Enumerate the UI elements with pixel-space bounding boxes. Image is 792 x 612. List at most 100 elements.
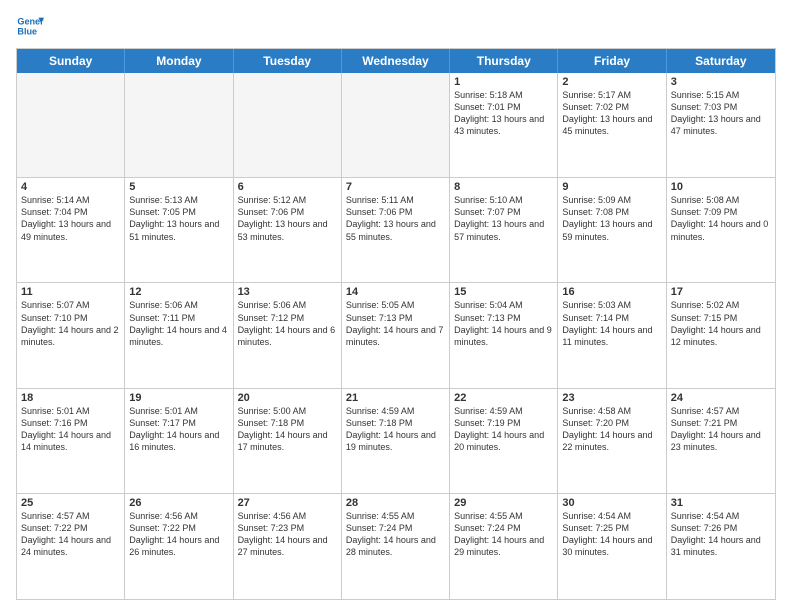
calendar-cell: 23Sunrise: 4:58 AM Sunset: 7:20 PM Dayli…	[558, 389, 666, 493]
svg-text:Blue: Blue	[17, 26, 37, 36]
day-number: 23	[562, 392, 661, 404]
weekday-header-tuesday: Tuesday	[234, 49, 342, 73]
day-info: Sunrise: 4:57 AM Sunset: 7:22 PM Dayligh…	[21, 510, 120, 559]
calendar-cell: 30Sunrise: 4:54 AM Sunset: 7:25 PM Dayli…	[558, 494, 666, 599]
weekday-header-thursday: Thursday	[450, 49, 558, 73]
day-info: Sunrise: 5:17 AM Sunset: 7:02 PM Dayligh…	[562, 89, 661, 138]
day-number: 30	[562, 497, 661, 509]
calendar-header: SundayMondayTuesdayWednesdayThursdayFrid…	[17, 49, 775, 73]
calendar-cell: 26Sunrise: 4:56 AM Sunset: 7:22 PM Dayli…	[125, 494, 233, 599]
day-info: Sunrise: 4:57 AM Sunset: 7:21 PM Dayligh…	[671, 405, 771, 454]
day-info: Sunrise: 5:12 AM Sunset: 7:06 PM Dayligh…	[238, 194, 337, 243]
calendar-cell: 20Sunrise: 5:00 AM Sunset: 7:18 PM Dayli…	[234, 389, 342, 493]
calendar-cell: 4Sunrise: 5:14 AM Sunset: 7:04 PM Daylig…	[17, 178, 125, 282]
day-number: 5	[129, 181, 228, 193]
calendar-week-5: 25Sunrise: 4:57 AM Sunset: 7:22 PM Dayli…	[17, 494, 775, 599]
calendar-cell: 9Sunrise: 5:09 AM Sunset: 7:08 PM Daylig…	[558, 178, 666, 282]
day-info: Sunrise: 5:14 AM Sunset: 7:04 PM Dayligh…	[21, 194, 120, 243]
day-number: 19	[129, 392, 228, 404]
day-info: Sunrise: 5:00 AM Sunset: 7:18 PM Dayligh…	[238, 405, 337, 454]
calendar-cell: 13Sunrise: 5:06 AM Sunset: 7:12 PM Dayli…	[234, 283, 342, 387]
day-info: Sunrise: 5:02 AM Sunset: 7:15 PM Dayligh…	[671, 299, 771, 348]
day-number: 31	[671, 497, 771, 509]
calendar-cell	[342, 73, 450, 177]
day-info: Sunrise: 4:56 AM Sunset: 7:22 PM Dayligh…	[129, 510, 228, 559]
day-number: 17	[671, 286, 771, 298]
calendar-cell: 27Sunrise: 4:56 AM Sunset: 7:23 PM Dayli…	[234, 494, 342, 599]
calendar-cell	[234, 73, 342, 177]
day-number: 3	[671, 76, 771, 88]
day-number: 27	[238, 497, 337, 509]
calendar-cell: 25Sunrise: 4:57 AM Sunset: 7:22 PM Dayli…	[17, 494, 125, 599]
calendar-cell: 8Sunrise: 5:10 AM Sunset: 7:07 PM Daylig…	[450, 178, 558, 282]
day-number: 16	[562, 286, 661, 298]
day-info: Sunrise: 4:55 AM Sunset: 7:24 PM Dayligh…	[346, 510, 445, 559]
calendar-cell: 3Sunrise: 5:15 AM Sunset: 7:03 PM Daylig…	[667, 73, 775, 177]
day-info: Sunrise: 5:06 AM Sunset: 7:11 PM Dayligh…	[129, 299, 228, 348]
day-number: 13	[238, 286, 337, 298]
day-number: 1	[454, 76, 553, 88]
calendar-cell: 16Sunrise: 5:03 AM Sunset: 7:14 PM Dayli…	[558, 283, 666, 387]
logo-icon: General Blue	[16, 12, 44, 40]
day-number: 2	[562, 76, 661, 88]
day-info: Sunrise: 4:59 AM Sunset: 7:18 PM Dayligh…	[346, 405, 445, 454]
day-info: Sunrise: 4:56 AM Sunset: 7:23 PM Dayligh…	[238, 510, 337, 559]
calendar-cell: 29Sunrise: 4:55 AM Sunset: 7:24 PM Dayli…	[450, 494, 558, 599]
day-info: Sunrise: 5:01 AM Sunset: 7:17 PM Dayligh…	[129, 405, 228, 454]
day-number: 20	[238, 392, 337, 404]
day-number: 26	[129, 497, 228, 509]
calendar-cell: 22Sunrise: 4:59 AM Sunset: 7:19 PM Dayli…	[450, 389, 558, 493]
day-number: 9	[562, 181, 661, 193]
calendar-week-3: 11Sunrise: 5:07 AM Sunset: 7:10 PM Dayli…	[17, 283, 775, 388]
calendar-week-4: 18Sunrise: 5:01 AM Sunset: 7:16 PM Dayli…	[17, 389, 775, 494]
day-info: Sunrise: 4:59 AM Sunset: 7:19 PM Dayligh…	[454, 405, 553, 454]
day-info: Sunrise: 5:01 AM Sunset: 7:16 PM Dayligh…	[21, 405, 120, 454]
weekday-header-monday: Monday	[125, 49, 233, 73]
day-number: 25	[21, 497, 120, 509]
calendar-cell: 28Sunrise: 4:55 AM Sunset: 7:24 PM Dayli…	[342, 494, 450, 599]
weekday-header-wednesday: Wednesday	[342, 49, 450, 73]
day-number: 24	[671, 392, 771, 404]
calendar: SundayMondayTuesdayWednesdayThursdayFrid…	[16, 48, 776, 600]
day-number: 29	[454, 497, 553, 509]
day-number: 14	[346, 286, 445, 298]
day-info: Sunrise: 4:58 AM Sunset: 7:20 PM Dayligh…	[562, 405, 661, 454]
calendar-cell: 6Sunrise: 5:12 AM Sunset: 7:06 PM Daylig…	[234, 178, 342, 282]
calendar-cell: 19Sunrise: 5:01 AM Sunset: 7:17 PM Dayli…	[125, 389, 233, 493]
day-info: Sunrise: 5:13 AM Sunset: 7:05 PM Dayligh…	[129, 194, 228, 243]
calendar-cell: 5Sunrise: 5:13 AM Sunset: 7:05 PM Daylig…	[125, 178, 233, 282]
day-info: Sunrise: 4:54 AM Sunset: 7:25 PM Dayligh…	[562, 510, 661, 559]
day-number: 10	[671, 181, 771, 193]
day-info: Sunrise: 4:54 AM Sunset: 7:26 PM Dayligh…	[671, 510, 771, 559]
weekday-header-friday: Friday	[558, 49, 666, 73]
calendar-cell: 17Sunrise: 5:02 AM Sunset: 7:15 PM Dayli…	[667, 283, 775, 387]
logo: General Blue	[16, 12, 44, 40]
day-info: Sunrise: 5:06 AM Sunset: 7:12 PM Dayligh…	[238, 299, 337, 348]
day-info: Sunrise: 5:18 AM Sunset: 7:01 PM Dayligh…	[454, 89, 553, 138]
day-number: 4	[21, 181, 120, 193]
calendar-cell: 14Sunrise: 5:05 AM Sunset: 7:13 PM Dayli…	[342, 283, 450, 387]
day-info: Sunrise: 5:04 AM Sunset: 7:13 PM Dayligh…	[454, 299, 553, 348]
header: General Blue	[16, 12, 776, 40]
calendar-cell: 21Sunrise: 4:59 AM Sunset: 7:18 PM Dayli…	[342, 389, 450, 493]
day-info: Sunrise: 5:15 AM Sunset: 7:03 PM Dayligh…	[671, 89, 771, 138]
day-info: Sunrise: 5:07 AM Sunset: 7:10 PM Dayligh…	[21, 299, 120, 348]
day-number: 22	[454, 392, 553, 404]
day-number: 15	[454, 286, 553, 298]
day-info: Sunrise: 5:03 AM Sunset: 7:14 PM Dayligh…	[562, 299, 661, 348]
weekday-header-sunday: Sunday	[17, 49, 125, 73]
calendar-cell: 11Sunrise: 5:07 AM Sunset: 7:10 PM Dayli…	[17, 283, 125, 387]
day-number: 8	[454, 181, 553, 193]
day-number: 21	[346, 392, 445, 404]
calendar-cell: 2Sunrise: 5:17 AM Sunset: 7:02 PM Daylig…	[558, 73, 666, 177]
calendar-cell: 10Sunrise: 5:08 AM Sunset: 7:09 PM Dayli…	[667, 178, 775, 282]
day-number: 7	[346, 181, 445, 193]
day-number: 18	[21, 392, 120, 404]
day-number: 11	[21, 286, 120, 298]
weekday-header-saturday: Saturday	[667, 49, 775, 73]
page: General Blue SundayMondayTuesdayWednesda…	[0, 0, 792, 612]
calendar-cell: 15Sunrise: 5:04 AM Sunset: 7:13 PM Dayli…	[450, 283, 558, 387]
calendar-week-1: 1Sunrise: 5:18 AM Sunset: 7:01 PM Daylig…	[17, 73, 775, 178]
calendar-cell: 1Sunrise: 5:18 AM Sunset: 7:01 PM Daylig…	[450, 73, 558, 177]
day-info: Sunrise: 5:08 AM Sunset: 7:09 PM Dayligh…	[671, 194, 771, 243]
